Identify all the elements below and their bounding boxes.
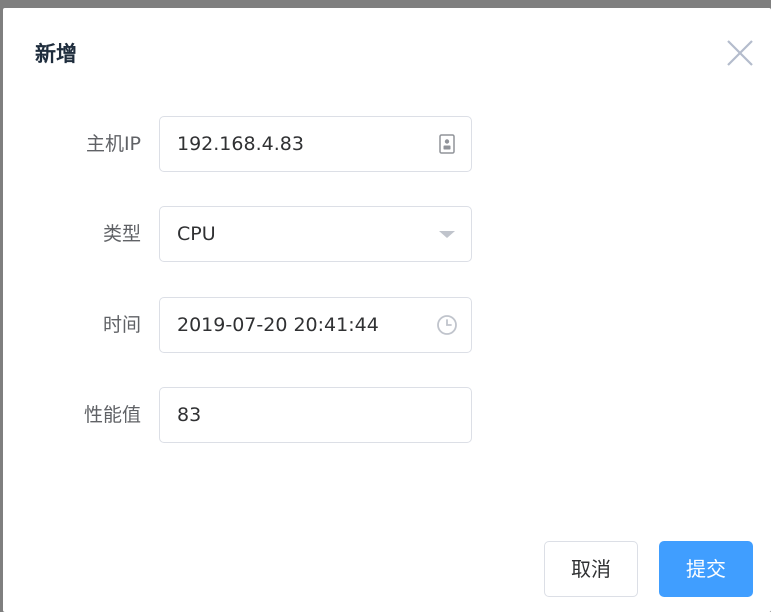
- form-row-time: 时间 2019-07-20 20:41:44: [3, 297, 771, 353]
- form-row-performance: 性能值 83: [3, 387, 771, 443]
- id-card-icon[interactable]: [435, 132, 459, 156]
- form-row-host-ip: 主机IP 192.168.4.83: [3, 116, 771, 172]
- type-value: CPU: [177, 223, 216, 245]
- dialog-title: 新增: [35, 42, 77, 66]
- performance-label: 性能值: [83, 404, 141, 426]
- time-picker[interactable]: 2019-07-20 20:41:44: [159, 297, 472, 353]
- cancel-button[interactable]: 取消: [544, 541, 638, 597]
- type-select[interactable]: CPU: [159, 206, 472, 262]
- chevron-down-icon[interactable]: [435, 222, 459, 246]
- close-icon[interactable]: [723, 36, 757, 70]
- performance-input[interactable]: 83: [159, 387, 472, 443]
- time-label: 时间: [102, 314, 141, 336]
- host-ip-input[interactable]: 192.168.4.83: [159, 116, 472, 172]
- form-row-type: 类型 CPU: [3, 206, 771, 262]
- clock-icon[interactable]: [435, 313, 459, 337]
- host-ip-label: 主机IP: [85, 133, 141, 155]
- submit-button[interactable]: 提交: [659, 541, 753, 597]
- type-label: 类型: [102, 223, 141, 245]
- performance-value: 83: [177, 404, 202, 426]
- add-dialog: 新增 主机IP 192.168.4.83 类型 CPU 时间 2019-07-2…: [3, 8, 771, 612]
- host-ip-value: 192.168.4.83: [177, 133, 304, 155]
- time-value: 2019-07-20 20:41:44: [177, 314, 379, 336]
